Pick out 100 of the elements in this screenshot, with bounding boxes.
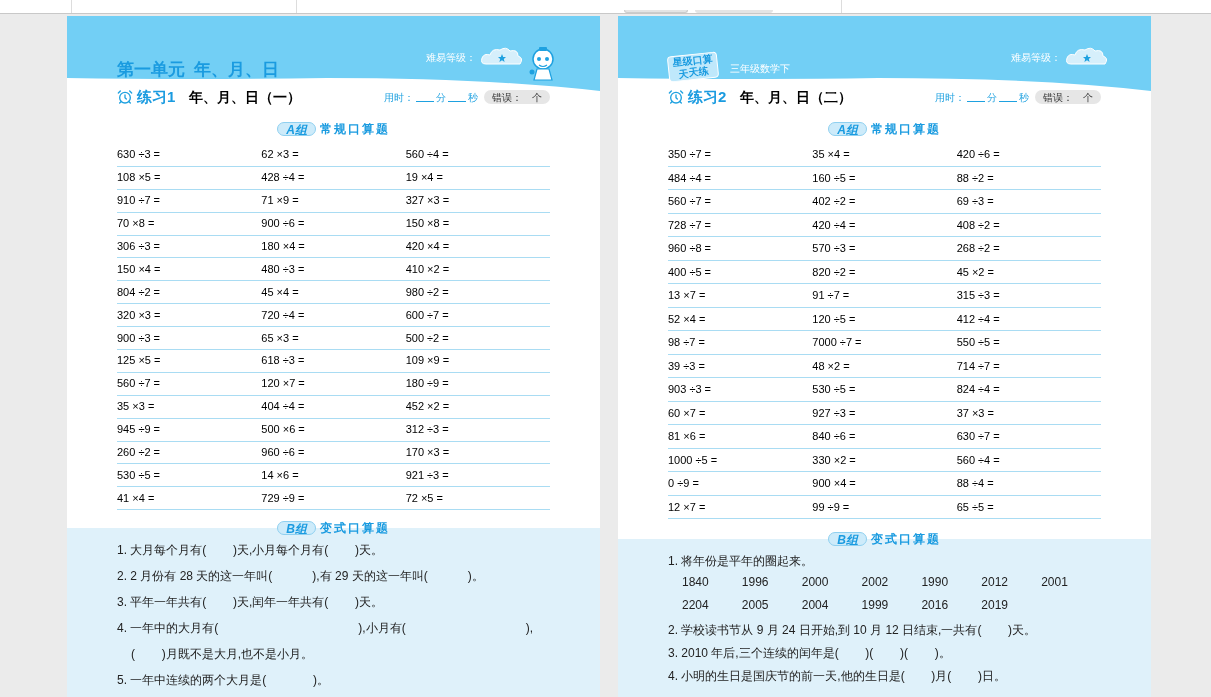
arithmetic-problem: 170 ×3 =: [405, 444, 451, 460]
arithmetic-problem: 530 ÷5 =: [117, 467, 162, 483]
arithmetic-problem: 0 ÷9 =: [668, 476, 700, 492]
arithmetic-problem: 404 ÷4 =: [261, 399, 306, 415]
arithmetic-problem: 921 ÷3 =: [405, 467, 450, 483]
year-option: 2012: [981, 572, 1042, 596]
arithmetic-problem: 350 ÷7 =: [668, 147, 713, 163]
arithmetic-problem: 420 ×4 =: [405, 238, 451, 254]
arithmetic-problem: 420 ÷4 =: [812, 217, 857, 233]
arithmetic-problem: 109 ×9 =: [405, 353, 451, 369]
arithmetic-problem: 268 ÷2 =: [956, 241, 1001, 257]
arithmetic-problem: 35 ×3 =: [117, 399, 156, 415]
arithmetic-problem: 729 ÷9 =: [261, 490, 306, 506]
minute-label: 分: [436, 90, 446, 105]
arithmetic-problem: 560 ÷4 =: [405, 147, 450, 163]
year-option: 1990: [921, 572, 982, 596]
arithmetic-problem: 910 ÷7 =: [117, 193, 162, 209]
alarm-clock-icon: [668, 89, 684, 106]
arithmetic-problem: 88 ÷4 =: [956, 476, 995, 492]
arithmetic-problem: 99 ÷9 =: [812, 499, 851, 515]
year-option: 2002: [861, 572, 922, 596]
arithmetic-problem: 312 ÷3 =: [405, 422, 450, 438]
exercise-number: 练习1: [137, 87, 176, 107]
arithmetic-problem: 720 ÷4 =: [261, 307, 306, 323]
arithmetic-problem: 88 ÷2 =: [956, 170, 995, 186]
cloud-star-icon: [1065, 46, 1109, 66]
arithmetic-problem: 120 ÷5 =: [812, 311, 857, 327]
year-option: 1999: [861, 595, 922, 619]
arithmetic-problem: 70 ×8 =: [117, 216, 156, 232]
question-text: ( )月既不是大月,也不是小月。: [130, 646, 314, 664]
arithmetic-problem: 327 ×3 =: [405, 193, 451, 209]
arithmetic-problem: 120 ×7 =: [261, 376, 306, 392]
arithmetic-problem: 412 ÷4 =: [956, 311, 1001, 327]
arithmetic-problem: 714 ÷7 =: [956, 358, 1001, 374]
error-count-field[interactable]: 错误： 个: [1035, 90, 1101, 105]
arithmetic-problem: 60 ×7 =: [668, 405, 707, 421]
arithmetic-problem: 945 ÷9 =: [117, 422, 162, 438]
arithmetic-problem: 560 ÷7 =: [668, 194, 713, 210]
arithmetic-problem: 420 ÷6 =: [956, 147, 1001, 163]
arithmetic-problem: 728 ÷7 =: [668, 217, 713, 233]
arithmetic-problem: 180 ÷9 =: [405, 376, 450, 392]
grade-label: 三年级数学下: [730, 62, 790, 76]
arithmetic-problem: 820 ÷2 =: [812, 264, 857, 280]
year-option: 2000: [801, 572, 862, 596]
arithmetic-problem: 81 ×6 =: [668, 429, 707, 445]
arithmetic-problem: 35 ×4 =: [812, 147, 851, 163]
arithmetic-problem: 45 ×2 =: [956, 264, 995, 280]
arithmetic-problem: 550 ÷5 =: [956, 335, 1001, 351]
arithmetic-problem: 260 ÷2 =: [117, 444, 162, 460]
second-label: 秒: [1019, 90, 1029, 105]
arithmetic-problem: 560 ÷7 =: [117, 376, 162, 392]
error-count-field[interactable]: 错误： 个: [484, 90, 550, 105]
arithmetic-problem: 71 ×9 =: [261, 193, 300, 209]
section-title: 常规口算题: [870, 121, 941, 138]
year-option: 2019: [981, 595, 1042, 619]
arithmetic-problem: 480 ÷3 =: [261, 261, 306, 277]
arithmetic-problem: 65 ÷5 =: [956, 499, 995, 515]
arithmetic-problem: 39 ÷3 =: [668, 358, 706, 374]
arithmetic-problem: 980 ÷2 =: [405, 284, 450, 300]
arithmetic-problem: 824 ÷4 =: [956, 382, 1001, 398]
arithmetic-problem: 41 ×4 =: [117, 490, 156, 506]
arithmetic-problem: 48 ×2 =: [812, 358, 851, 374]
group-badge: B组: [828, 532, 867, 547]
group-badge: A组: [828, 122, 867, 136]
arithmetic-problem: 52 ×4 =: [668, 311, 707, 327]
time-label: 用时：: [384, 90, 414, 105]
arithmetic-problem: 13 ×7 =: [668, 288, 707, 304]
arithmetic-problem: 98 ÷7 =: [668, 335, 706, 351]
year-option: 2005: [741, 595, 802, 619]
minute-label: 分: [987, 90, 997, 105]
arithmetic-problem: 960 ÷6 =: [261, 444, 306, 460]
arithmetic-problem: 45 ×4 =: [261, 284, 300, 300]
year-option: 2204: [682, 595, 742, 619]
question-text: 2. 2 月份有 28 天的这一年叫( ),有 29 天的这一年叫( )。: [117, 568, 485, 586]
exercise-title: 年、月、日（二）: [740, 87, 853, 107]
alarm-clock-icon: [117, 89, 133, 106]
arithmetic-problem: 960 ÷8 =: [668, 241, 713, 257]
question-text: 3. 平年一年共有( )天,闰年一年共有( )天。: [117, 594, 384, 612]
arithmetic-problem: 69 ÷3 =: [956, 194, 995, 210]
arithmetic-problem: 560 ÷4 =: [956, 452, 1001, 468]
group-badge: A组: [277, 122, 316, 136]
arithmetic-problem: 630 ÷3 =: [117, 147, 162, 163]
arithmetic-problem: 72 ×5 =: [405, 490, 444, 506]
arithmetic-problem: 150 ×8 =: [405, 216, 451, 232]
arithmetic-problem: 125 ×5 =: [117, 353, 162, 369]
arithmetic-problem: 618 ÷3 =: [261, 353, 306, 369]
question-text: 2. 学校读书节从 9 月 24 日开始,到 10 月 12 日结束,一共有( )天。: [668, 622, 1038, 640]
year-option: 1840: [682, 572, 742, 596]
second-label: 秒: [468, 90, 478, 105]
arithmetic-problem: 484 ÷4 =: [668, 170, 713, 186]
exercise-number: 练习2: [688, 87, 727, 107]
group-badge: B组: [277, 521, 316, 536]
arithmetic-problem: 900 ×4 =: [812, 476, 857, 492]
arithmetic-problem: 306 ÷3 =: [117, 238, 162, 254]
arithmetic-problem: 330 ×2 =: [812, 452, 857, 468]
arithmetic-problem: 400 ÷5 =: [668, 264, 713, 280]
arithmetic-problem: 804 ÷2 =: [117, 284, 162, 300]
arithmetic-problem: 108 ×5 =: [117, 170, 162, 186]
arithmetic-problem: 452 ×2 =: [405, 399, 451, 415]
question-text: 4. 一年中的大月有( ),小月有( ),: [117, 620, 535, 638]
